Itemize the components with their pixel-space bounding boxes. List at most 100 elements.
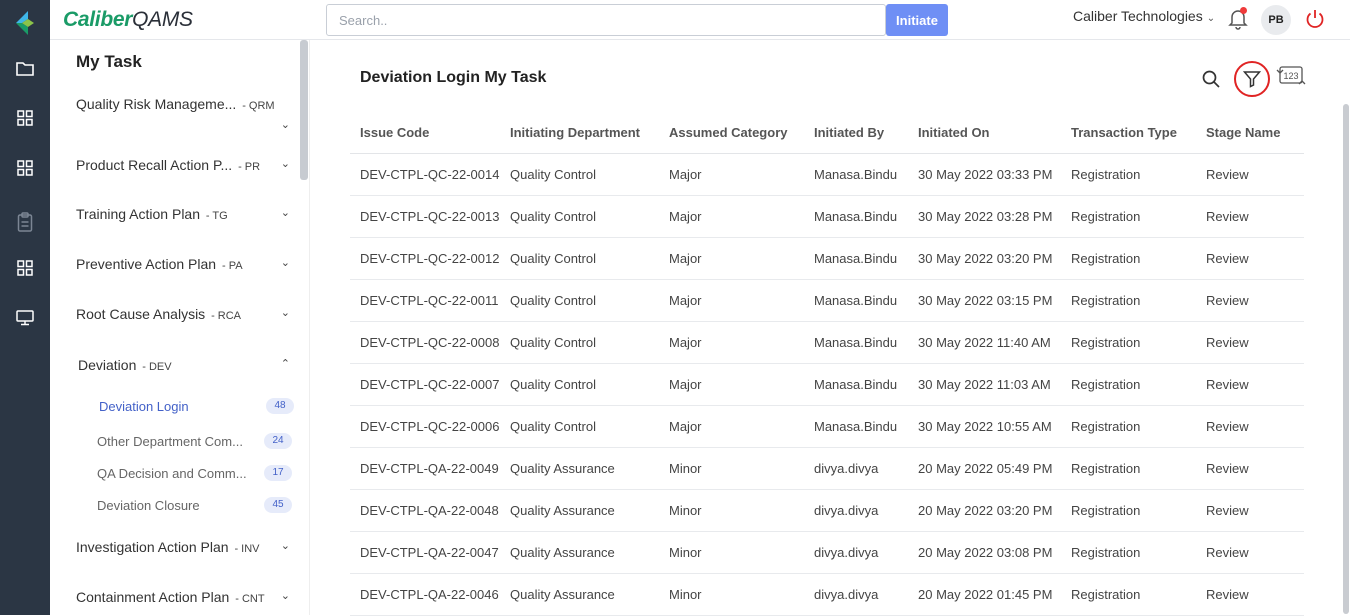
table-cell: Registration — [1061, 279, 1196, 322]
monitor-icon[interactable] — [13, 306, 37, 330]
avatar[interactable]: PB — [1261, 5, 1291, 35]
sidebar-item-dev[interactable]: Deviation - DEV ⌃ — [78, 357, 298, 373]
sidebar-item-tg[interactable]: Training Action Plan - TG ⌄ — [76, 206, 296, 222]
table-row[interactable]: DEV-CTPL-QC-22-0012 Quality Control Major M… — [350, 237, 1304, 280]
table-row[interactable]: DEV-CTPL-QC-22-0006 Quality Control Major M… — [350, 405, 1304, 448]
table-row[interactable]: DEV-CTPL-QC-22-0011 Quality Control Major M… — [350, 279, 1304, 322]
table-cell: Review — [1196, 531, 1304, 574]
column-header[interactable]: Stage Name — [1196, 112, 1304, 154]
sidebar-title: My Task — [76, 52, 142, 71]
table-cell: Manasa.Bindu — [804, 237, 908, 280]
table-cell: Registration — [1061, 405, 1196, 448]
table-cell: 30 May 2022 03:33 PM — [908, 153, 1061, 196]
sidebar-item-label: Investigation Action Plan — [76, 539, 229, 555]
chevron-down-icon: ⌄ — [1206, 13, 1216, 24]
table-cell: Manasa.Bindu — [804, 321, 908, 364]
folder-icon[interactable] — [13, 56, 37, 80]
power-icon[interactable] — [1304, 8, 1326, 30]
chevron-up-icon: ⌃ — [280, 358, 290, 370]
column-header[interactable]: Assumed Category — [659, 112, 804, 154]
table-cell: Registration — [1061, 195, 1196, 238]
sidebar-item-qrm[interactable]: Quality Risk Manageme... - QRM ⌄ — [76, 96, 296, 136]
table-row[interactable]: DEV-CTPL-QA-22-0049 Quality Assurance Mino… — [350, 447, 1304, 490]
sidebar-scrollbar[interactable] — [300, 40, 308, 180]
sub-item-label: QA Decision and Comm... — [97, 466, 247, 481]
column-header[interactable]: Transaction Type — [1061, 112, 1196, 154]
initiate-button[interactable]: Initiate — [886, 4, 948, 36]
table-cell: Review — [1196, 405, 1304, 448]
clipboard-icon[interactable] — [13, 210, 37, 234]
table-cell: Manasa.Bindu — [804, 363, 908, 406]
sub-item-deviation-login[interactable]: Deviation Login 48 — [99, 398, 294, 414]
table-cell: Manasa.Bindu — [804, 279, 908, 322]
table-row[interactable]: DEV-CTPL-QA-22-0047 Quality Assurance Mino… — [350, 531, 1304, 574]
table-cell: Review — [1196, 153, 1304, 196]
table-cell: Quality Control — [500, 363, 659, 406]
table-cell: Registration — [1061, 321, 1196, 364]
table-cell: Review — [1196, 363, 1304, 406]
sidebar-item-code: - PA — [221, 260, 243, 272]
sidebar-item-rca[interactable]: Root Cause Analysis - RCA ⌄ — [76, 306, 296, 322]
table-cell: divya.divya — [804, 447, 908, 490]
grid-icon[interactable] — [13, 106, 37, 130]
table-cell: Major — [659, 321, 804, 364]
table-cell: Major — [659, 363, 804, 406]
table-cell: Registration — [1061, 237, 1196, 280]
sidebar-item-label: Root Cause Analysis — [76, 306, 206, 322]
table-row[interactable]: DEV-CTPL-QC-22-0008 Quality Control Major M… — [350, 321, 1304, 364]
table-cell: Review — [1196, 237, 1304, 280]
sidebar-item-code: - QRM — [242, 100, 275, 112]
table-cell: Review — [1196, 447, 1304, 490]
table-cell: DEV-CTPL-QC-22-0013 — [350, 195, 500, 238]
column-header[interactable]: Initiating Department — [500, 112, 659, 154]
sub-item-qa-decision[interactable]: QA Decision and Comm... 17 — [97, 465, 292, 481]
company-name: Caliber Technologies — [1073, 8, 1203, 24]
sidebar-item-label: Product Recall Action P... — [76, 157, 233, 173]
table-cell: DEV-CTPL-QC-22-0007 — [350, 363, 500, 406]
table-row[interactable]: DEV-CTPL-QC-22-0007 Quality Control Major M… — [350, 363, 1304, 406]
table-cell: DEV-CTPL-QC-22-0006 — [350, 405, 500, 448]
sidebar-item-pr[interactable]: Product Recall Action P... - PR ⌄ — [76, 157, 296, 173]
table-row[interactable]: DEV-CTPL-QA-22-0046 Quality Assurance Mino… — [350, 573, 1304, 616]
sidebar-item-inv[interactable]: Investigation Action Plan - INV ⌄ — [76, 539, 296, 555]
table-cell: Quality Assurance — [500, 531, 659, 574]
sub-item-other-department[interactable]: Other Department Com... 24 — [97, 433, 292, 449]
table-cell: DEV-CTPL-QA-22-0047 — [350, 531, 500, 574]
column-header[interactable]: Issue Code — [350, 112, 500, 154]
table-cell: Quality Assurance — [500, 447, 659, 490]
search-input[interactable] — [326, 4, 886, 36]
table-cell: Major — [659, 195, 804, 238]
count-badge: 24 — [264, 433, 292, 449]
table-cell: Registration — [1061, 489, 1196, 532]
table-cell: divya.divya — [804, 531, 908, 574]
company-selector[interactable]: Caliber Technologies ⌄ — [1073, 8, 1215, 24]
search-icon[interactable] — [1195, 63, 1227, 95]
table-cell: 30 May 2022 11:03 AM — [908, 363, 1061, 406]
chevron-down-icon: ⌄ — [280, 590, 290, 602]
table-cell: Review — [1196, 573, 1304, 616]
table-cell: Manasa.Bindu — [804, 153, 908, 196]
caliber-logo-icon[interactable] — [14, 9, 36, 37]
grid-icon[interactable] — [13, 156, 37, 180]
table-cell: 30 May 2022 03:15 PM — [908, 279, 1061, 322]
table-row[interactable]: DEV-CTPL-QA-22-0048 Quality Assurance Mino… — [350, 489, 1304, 532]
column-header[interactable]: Initiated On — [908, 112, 1061, 154]
table-cell: Minor — [659, 489, 804, 532]
number-toggle-icon[interactable]: 123 — [1275, 61, 1307, 93]
filter-icon[interactable] — [1234, 61, 1270, 97]
table-cell: Quality Control — [500, 153, 659, 196]
sidebar-item-pa[interactable]: Preventive Action Plan - PA ⌄ — [76, 256, 296, 272]
sidebar-item-cnt[interactable]: Containment Action Plan - CNT ⌄ — [76, 589, 296, 605]
grid-icon[interactable] — [13, 256, 37, 280]
table-cell: Minor — [659, 447, 804, 490]
table-row[interactable]: DEV-CTPL-QC-22-0013 Quality Control Major M… — [350, 195, 1304, 238]
column-header[interactable]: Initiated By — [804, 112, 908, 154]
brand-logo[interactable]: CaliberQAMS — [63, 8, 193, 32]
sidebar-item-label: Training Action Plan — [76, 206, 200, 222]
table-row[interactable]: DEV-CTPL-QC-22-0014 Quality Control Major M… — [350, 153, 1304, 196]
notification-bell-icon[interactable] — [1227, 6, 1249, 30]
sub-item-deviation-closure[interactable]: Deviation Closure 45 — [97, 497, 292, 513]
top-header: CaliberQAMS Initiate Caliber Technologie… — [50, 0, 1350, 40]
table-header-row: Issue Code Initiating Department Assumed… — [350, 112, 1304, 154]
main-scrollbar[interactable] — [1343, 104, 1349, 614]
